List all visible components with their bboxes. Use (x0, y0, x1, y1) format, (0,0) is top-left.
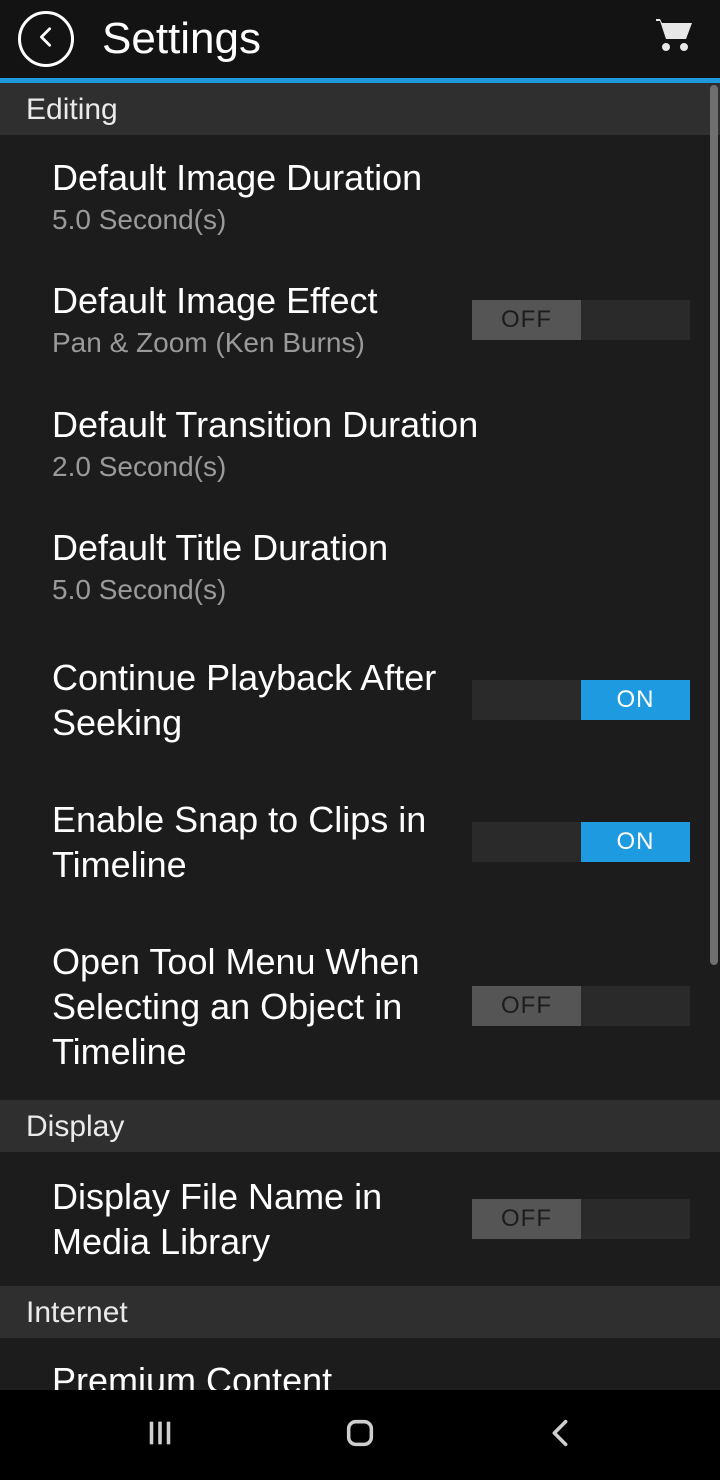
recent-apps-icon (143, 1416, 177, 1455)
toggle-snap-to-clips[interactable]: ON (472, 822, 690, 862)
settings-screen: Settings Editing Default Image Duration … (0, 0, 720, 1480)
section-header-internet: Internet (0, 1286, 720, 1338)
system-nav-bar (0, 1390, 720, 1480)
section-header-editing: Editing (0, 83, 720, 135)
item-sub: 5.0 Second(s) (52, 202, 670, 238)
item-title: Default Image Effect (52, 278, 452, 323)
toggle-knob: ON (581, 680, 690, 720)
item-default-image-effect[interactable]: Default Image Effect Pan & Zoom (Ken Bur… (0, 258, 720, 381)
toggle-open-tool-menu[interactable]: OFF (472, 986, 690, 1026)
item-default-transition-duration[interactable]: Default Transition Duration 2.0 Second(s… (0, 382, 720, 505)
item-title: Default Image Duration (52, 155, 670, 200)
item-title: Open Tool Menu When Selecting an Object … (52, 939, 452, 1074)
cart-icon (650, 13, 698, 66)
back-button[interactable] (18, 11, 74, 67)
toggle-knob: OFF (472, 300, 581, 340)
app-header: Settings (0, 0, 720, 78)
toggle-knob: OFF (472, 1199, 581, 1239)
item-title: Continue Playback After Seeking (52, 655, 452, 745)
item-default-image-duration[interactable]: Default Image Duration 5.0 Second(s) (0, 135, 720, 258)
item-open-tool-menu[interactable]: Open Tool Menu When Selecting an Object … (0, 913, 720, 1100)
toggle-continue-playback[interactable]: ON (472, 680, 690, 720)
system-back-button[interactable] (540, 1415, 580, 1455)
toggle-knob: OFF (472, 986, 581, 1026)
item-sub: 5.0 Second(s) (52, 572, 670, 608)
item-premium-content[interactable]: Premium Content Show video ads to unlock… (0, 1338, 720, 1390)
item-title: Default Title Duration (52, 525, 670, 570)
home-button[interactable] (340, 1415, 380, 1455)
toggle-knob: ON (581, 822, 690, 862)
item-title: Default Transition Duration (52, 402, 670, 447)
home-icon (343, 1416, 377, 1455)
chevron-left-icon (543, 1416, 577, 1455)
item-snap-to-clips[interactable]: Enable Snap to Clips in Timeline ON (0, 771, 720, 913)
section-header-display: Display (0, 1100, 720, 1152)
settings-list[interactable]: Editing Default Image Duration 5.0 Secon… (0, 83, 720, 1390)
toggle-file-name-in-library[interactable]: OFF (472, 1199, 690, 1239)
item-title: Premium Content (52, 1358, 452, 1390)
item-file-name-in-library[interactable]: Display File Name in Media Library OFF (0, 1152, 720, 1286)
chevron-left-icon (35, 23, 57, 56)
toggle-default-image-effect[interactable]: OFF (472, 300, 690, 340)
recent-apps-button[interactable] (140, 1415, 180, 1455)
page-title: Settings (102, 14, 646, 64)
item-default-title-duration[interactable]: Default Title Duration 5.0 Second(s) (0, 505, 720, 628)
item-sub: 2.0 Second(s) (52, 449, 670, 485)
item-sub: Pan & Zoom (Ken Burns) (52, 325, 452, 361)
item-title: Display File Name in Media Library (52, 1174, 452, 1264)
cart-button[interactable] (646, 11, 702, 67)
item-continue-playback[interactable]: Continue Playback After Seeking ON (0, 629, 720, 771)
scrollbar-thumb[interactable] (710, 85, 718, 965)
item-title: Enable Snap to Clips in Timeline (52, 797, 452, 887)
